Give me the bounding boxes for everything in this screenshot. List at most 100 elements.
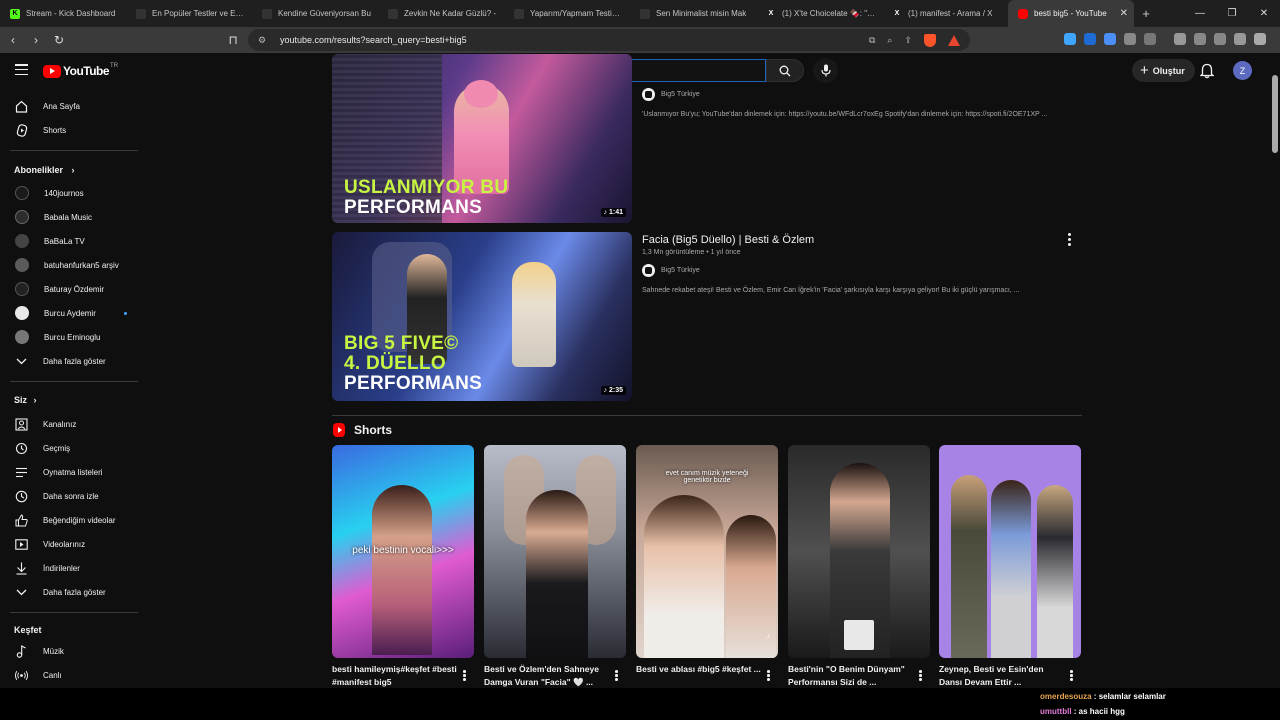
browser-tab-active[interactable]: besti big5 - YouTube ✕: [1008, 0, 1134, 27]
short-title[interactable]: besti hamileymiş#keşfet #besti #manifest…: [332, 663, 457, 689]
reload-icon[interactable]: ↻: [49, 33, 69, 47]
create-button[interactable]: + Oluştur: [1132, 59, 1195, 82]
wallet-icon[interactable]: [1194, 33, 1206, 45]
forward-icon[interactable]: ›: [26, 33, 46, 47]
address-bar[interactable]: ⚙ youtube.com/results?search_query=besti…: [248, 29, 970, 51]
music-note-icon: [15, 644, 28, 658]
video-thumbnail[interactable]: BIG 5 FIVE© 4. DÜELLO PERFORMANS ♪ 2:35: [332, 232, 632, 401]
youtube-logo[interactable]: YouTube TR: [43, 63, 118, 78]
browser-tab[interactable]: Kendine Güveniyorsan Bu: [252, 0, 378, 27]
notifications-bell-icon[interactable]: [1200, 63, 1214, 79]
extension-icon[interactable]: [1144, 33, 1156, 45]
sidebar-item-label: Ana Sayfa: [43, 101, 80, 111]
channel-row[interactable]: Big5 Türkiye: [642, 264, 1082, 277]
short-thumbnail[interactable]: [484, 445, 626, 658]
brave-shield-icon[interactable]: [924, 33, 936, 47]
sidebar-item-history[interactable]: Geçmiş: [0, 437, 138, 459]
short-thumbnail[interactable]: [939, 445, 1081, 658]
sidebar-show-more[interactable]: Daha fazla göster: [0, 581, 138, 603]
site-settings-icon[interactable]: ⚙: [258, 35, 270, 46]
more-actions-icon[interactable]: [1068, 233, 1072, 248]
back-icon[interactable]: ‹: [3, 33, 23, 47]
more-actions-icon[interactable]: [463, 670, 466, 682]
sidebar-icon[interactable]: [1174, 33, 1186, 45]
leo-icon[interactable]: [1234, 33, 1246, 45]
zoom-icon[interactable]: ⌕: [887, 35, 892, 46]
sidebar-item-label: Kanalınız: [43, 419, 77, 429]
maximize-icon[interactable]: ❐: [1216, 0, 1248, 27]
scrollbar-thumb[interactable]: [1272, 75, 1278, 153]
thumbnail-text: BIG 5 FIVE©: [344, 333, 459, 354]
sidebar-item-home[interactable]: Ana Sayfa: [0, 95, 138, 117]
translate-icon[interactable]: [1104, 33, 1116, 45]
account-avatar[interactable]: Z: [1233, 61, 1252, 80]
browser-tab[interactable]: X (1) X'te Choicelate 🍫: "Big: [756, 0, 882, 27]
brave-rewards-icon[interactable]: [948, 34, 960, 46]
sidebar-item-music[interactable]: Müzik: [0, 640, 138, 662]
sidebar-item-live[interactable]: Canlı: [0, 664, 138, 686]
sidebar-item-subscription[interactable]: Baturay Özdemir: [0, 278, 138, 300]
sidebar-item-shorts[interactable]: Shorts: [0, 119, 138, 141]
short-title[interactable]: Zeynep, Besti ve Esin'den Dansı Devam Et…: [939, 663, 1064, 689]
channel-avatar: [15, 234, 29, 248]
sidebar-item-subscription[interactable]: Babala Music: [0, 206, 138, 228]
short-title[interactable]: Besti ve Özlem'den Sahneye Damga Vuran "…: [484, 663, 609, 689]
browser-tab[interactable]: Sen Minimalist misin Mak: [630, 0, 756, 27]
sidebar-item-subscription[interactable]: 140journos: [0, 182, 138, 204]
page-scrollbar[interactable]: [1270, 53, 1280, 688]
open-in-app-icon[interactable]: ⧉: [869, 35, 875, 46]
sidebar-item-liked-videos[interactable]: Beğendiğim videolar: [0, 509, 138, 531]
browser-tab[interactable]: Zevkin Ne Kadar Güzlü? -: [378, 0, 504, 27]
close-tab-icon[interactable]: ✕: [1116, 8, 1128, 19]
you-heading[interactable]: Siz ›: [14, 395, 37, 405]
short-title[interactable]: Besti'nin "O Benim Dünyam" Performansı S…: [788, 663, 913, 689]
browser-tab[interactable]: K Stream - Kick Dashboard: [0, 0, 126, 27]
short-card[interactable]: evet canım müzik yeteneği genetiktir biz…: [636, 445, 778, 681]
menu-icon[interactable]: [1254, 33, 1266, 45]
more-actions-icon[interactable]: [919, 670, 922, 682]
short-card[interactable]: Zeynep, Besti ve Esin'den Dansı Devam Et…: [939, 445, 1081, 687]
short-title[interactable]: Besti ve ablası #big5 #keşfet ...: [636, 663, 761, 676]
sidebar-item-your-videos[interactable]: Videolarınız: [0, 533, 138, 555]
short-thumbnail[interactable]: evet canım müzik yeteneği genetiktir biz…: [636, 445, 778, 658]
sidebar-item-subscription[interactable]: batuhanfurkan5 arşiv: [0, 254, 138, 276]
bookmark-icon[interactable]: ⊓: [223, 33, 243, 47]
sidebar-item-label: Canlı: [43, 670, 62, 680]
sidebar-item-your-channel[interactable]: Kanalınız: [0, 413, 138, 435]
sidebar-item-playlists[interactable]: Oynatma listeleri: [0, 461, 138, 483]
close-window-icon[interactable]: ✕: [1248, 0, 1280, 27]
share-icon[interactable]: ⇪: [904, 35, 912, 46]
video-icon: [15, 538, 28, 551]
sidebar-item-watch-later[interactable]: Daha sonra izle: [0, 485, 138, 507]
video-thumbnail[interactable]: USLANMIYOR BU PERFORMANS ♪ 1:41: [332, 54, 632, 223]
short-card[interactable]: Besti'nin "O Benim Dünyam" Performansı S…: [788, 445, 930, 687]
sidebar-show-more[interactable]: Daha fazla göster: [0, 350, 138, 372]
vpn-icon[interactable]: [1214, 33, 1226, 45]
extension-icon[interactable]: [1064, 33, 1076, 45]
video-title[interactable]: Facia (Big5 Düello) | Besti & Özlem: [642, 234, 1082, 246]
subscriptions-heading[interactable]: Abonelikler ›: [14, 165, 75, 175]
sidebar-item-subscription[interactable]: Burcu Aydemir: [0, 302, 138, 324]
short-thumbnail[interactable]: peki bestinin vocali>>>: [332, 445, 474, 658]
minimize-icon[interactable]: —: [1184, 0, 1216, 27]
more-actions-icon[interactable]: [615, 670, 618, 682]
sidebar-item-subscription[interactable]: BaBaLa TV: [0, 230, 138, 252]
short-card[interactable]: Besti ve Özlem'den Sahneye Damga Vuran "…: [484, 445, 626, 687]
channel-row[interactable]: Big5 Türkiye: [642, 88, 1082, 101]
browser-tab[interactable]: X (1) manifest - Arama / X: [882, 0, 1008, 27]
sidebar-item-downloads[interactable]: İndirilenler: [0, 557, 138, 579]
video-result[interactable]: USLANMIYOR BU PERFORMANS ♪ 1:41 Big5 Tür…: [332, 54, 1082, 223]
puzzle-icon[interactable]: [1124, 33, 1136, 45]
short-thumbnail[interactable]: [788, 445, 930, 658]
more-actions-icon[interactable]: [1070, 670, 1073, 682]
hamburger-menu-icon[interactable]: [15, 64, 28, 76]
video-result[interactable]: BIG 5 FIVE© 4. DÜELLO PERFORMANS ♪ 2:35 …: [332, 232, 1082, 401]
more-actions-icon[interactable]: [767, 670, 770, 682]
browser-tab[interactable]: En Popüler Testler ve Eğlen: [126, 0, 252, 27]
browser-tab[interactable]: Yaparım/Yapmam Testine G: [504, 0, 630, 27]
new-tab-button[interactable]: +: [1134, 0, 1158, 27]
short-card[interactable]: peki bestinin vocali>>> besti hamileymiş…: [332, 445, 474, 687]
extension-icon[interactable]: [1084, 33, 1096, 45]
sidebar-item-subscription[interactable]: Burcu Eminoglu: [0, 326, 138, 348]
shorts-logo-icon: [333, 423, 345, 437]
